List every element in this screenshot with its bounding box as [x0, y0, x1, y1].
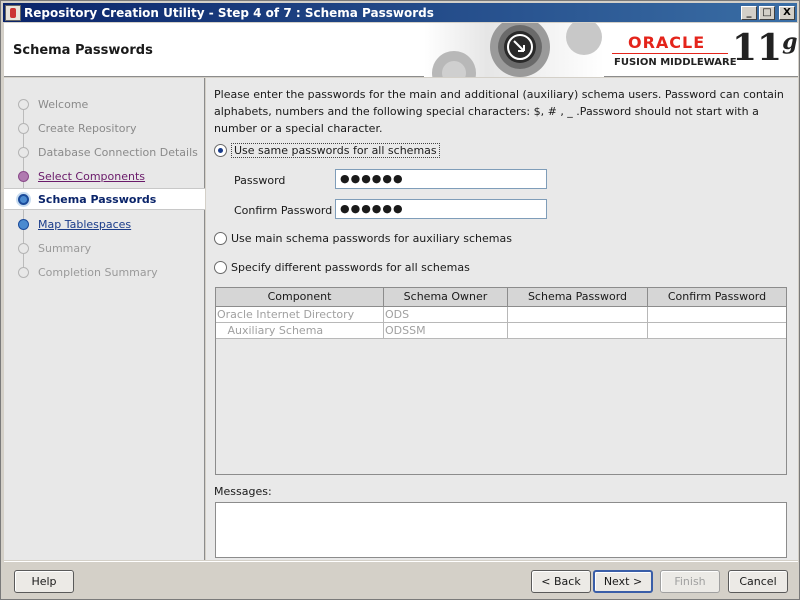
rcu-window: Repository Creation Utility - Step 4 of …	[0, 0, 800, 600]
table-header: Component Schema Owner Schema Password C…	[216, 288, 786, 307]
oracle-fmw-logo: ORACLE FUSION MIDDLEWARE 11g	[610, 27, 798, 73]
oracle-wordmark: ORACLE	[628, 33, 706, 52]
step-select-components[interactable]: Select Components	[4, 165, 205, 187]
password-label: Password	[234, 174, 286, 187]
step-label: Database Connection Details	[38, 145, 198, 159]
step-pending-icon	[18, 266, 29, 278]
step-current-icon	[18, 193, 29, 205]
radio-label[interactable]: Specify different passwords for all sche…	[231, 261, 470, 274]
step-label: Completion Summary	[38, 265, 158, 279]
help-button[interactable]: Help	[14, 570, 74, 593]
page-title: Schema Passwords	[13, 43, 153, 58]
version-11g: 11g	[732, 27, 798, 69]
window-controls: _ □ X	[741, 5, 795, 20]
step-next-icon	[18, 218, 29, 230]
cell-confirm-password[interactable]	[648, 307, 786, 322]
cell-component: Oracle Internet Directory	[216, 307, 384, 322]
logo-rule	[612, 53, 728, 54]
confirm-password-field[interactable]: ●●●●●●	[335, 199, 547, 219]
step-label: Create Repository	[38, 121, 137, 135]
table-row[interactable]: Auxiliary Schema ODSSM	[216, 323, 786, 339]
step-done-icon	[18, 146, 29, 158]
radio-same-passwords[interactable]: Use same passwords for all schemas	[214, 143, 440, 158]
cell-schema-owner: ODSSM	[384, 323, 508, 338]
step-label: Summary	[38, 241, 92, 255]
step-label[interactable]: Map Tablespaces	[38, 218, 131, 231]
gear-graphic-icon	[424, 23, 604, 77]
cancel-button[interactable]: Cancel	[728, 570, 788, 593]
cell-schema-owner: ODS	[384, 307, 508, 322]
back-button[interactable]: < Back	[531, 570, 591, 593]
column-header-schema-password[interactable]: Schema Password	[508, 288, 648, 306]
header-banner: Schema Passwords ORACLE FUSION MIDDLEWAR…	[4, 23, 798, 77]
radio-label[interactable]: Use same passwords for all schemas	[231, 143, 440, 158]
radio-unselected-icon[interactable]	[214, 261, 227, 274]
step-welcome: Welcome	[4, 93, 205, 115]
step-navigation: Welcome Create Repository Database Conne…	[4, 78, 205, 560]
step-label: Schema Passwords	[38, 192, 157, 206]
cell-schema-password[interactable]	[508, 307, 648, 322]
messages-box[interactable]	[215, 502, 787, 558]
cell-confirm-password[interactable]	[648, 323, 786, 338]
step-completion-summary: Completion Summary	[4, 261, 205, 283]
radio-main-schema-passwords[interactable]: Use main schema passwords for auxiliary …	[214, 232, 512, 245]
table-row[interactable]: Oracle Internet Directory ODS	[216, 307, 786, 323]
step-database-connection: Database Connection Details	[4, 141, 205, 163]
column-header-confirm-password[interactable]: Confirm Password	[648, 288, 786, 306]
cell-component: Auxiliary Schema	[216, 323, 384, 338]
column-header-component[interactable]: Component	[216, 288, 384, 306]
step-create-repository: Create Repository	[4, 117, 205, 139]
messages-label: Messages:	[214, 485, 272, 498]
step-label[interactable]: Select Components	[38, 170, 145, 183]
radio-different-passwords[interactable]: Specify different passwords for all sche…	[214, 261, 470, 274]
window-title: Repository Creation Utility - Step 4 of …	[24, 5, 434, 20]
radio-label[interactable]: Use main schema passwords for auxiliary …	[231, 232, 512, 245]
minimize-button[interactable]: _	[741, 5, 757, 20]
step-done-icon	[18, 122, 29, 134]
close-button[interactable]: X	[779, 5, 795, 20]
step-done-icon	[18, 98, 29, 110]
step-pending-icon	[18, 242, 29, 254]
title-bar[interactable]: Repository Creation Utility - Step 4 of …	[3, 3, 797, 22]
column-header-schema-owner[interactable]: Schema Owner	[384, 288, 508, 306]
java-app-icon	[5, 4, 21, 21]
main-panel: Please enter the passwords for the main …	[206, 78, 798, 560]
finish-button: Finish	[660, 570, 720, 593]
maximize-button[interactable]: □	[759, 5, 775, 20]
step-visited-icon	[18, 170, 29, 182]
password-field[interactable]: ●●●●●●	[335, 169, 547, 189]
instructions-text: Please enter the passwords for the main …	[214, 88, 784, 135]
step-label: Welcome	[38, 97, 89, 111]
confirm-password-label: Confirm Password	[234, 204, 333, 217]
step-summary: Summary	[4, 237, 205, 259]
button-bar: Help < Back Next > Finish Cancel	[4, 561, 798, 598]
radio-selected-icon[interactable]	[214, 144, 227, 157]
step-map-tablespaces[interactable]: Map Tablespaces	[4, 213, 205, 235]
step-schema-passwords: Schema Passwords	[4, 188, 205, 210]
next-button[interactable]: Next >	[593, 570, 653, 593]
schema-password-table[interactable]: Component Schema Owner Schema Password C…	[215, 287, 787, 475]
fusion-middleware-label: FUSION MIDDLEWARE	[614, 57, 737, 68]
radio-unselected-icon[interactable]	[214, 232, 227, 245]
cell-schema-password[interactable]	[508, 323, 648, 338]
